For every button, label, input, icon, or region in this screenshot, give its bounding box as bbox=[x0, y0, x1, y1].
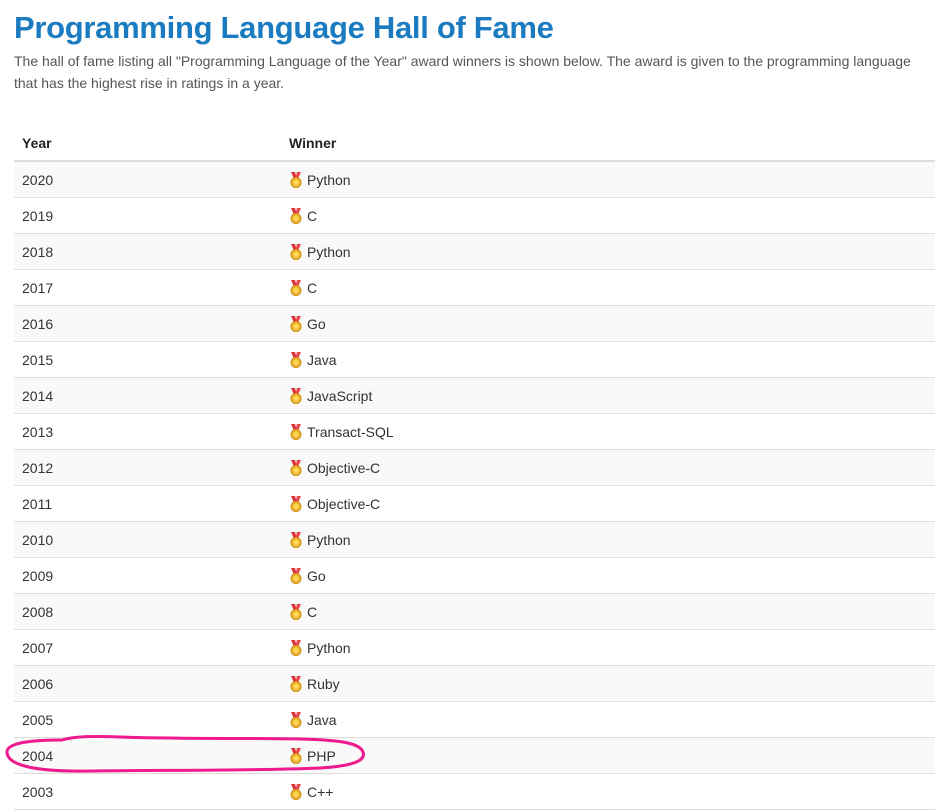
year-cell: 2017 bbox=[14, 269, 281, 306]
winner-name: C bbox=[307, 207, 318, 224]
table-row: 2020 Python bbox=[14, 161, 935, 198]
winner-cell: Go bbox=[281, 557, 935, 594]
table-row: 2016 Go bbox=[14, 305, 935, 342]
winner-name: C bbox=[307, 603, 318, 620]
year-cell: 2008 bbox=[14, 593, 281, 630]
year-cell: 2015 bbox=[14, 341, 281, 378]
winner-name: Python bbox=[307, 243, 351, 260]
intro-text: The hall of fame listing all "Programmin… bbox=[14, 53, 911, 91]
winner-name: Python bbox=[307, 531, 351, 548]
winner-name: Python bbox=[307, 171, 351, 188]
table-row: 2007 Python bbox=[14, 629, 935, 666]
winner-name: C++ bbox=[307, 783, 334, 800]
table-row: 2004 PHP bbox=[14, 737, 935, 774]
table-row: 2012 Objective-C bbox=[14, 449, 935, 486]
medal-icon bbox=[289, 603, 303, 620]
medal-icon bbox=[289, 675, 303, 692]
winner-cell: Objective-C bbox=[281, 449, 935, 486]
table-row: 2011 Objective-C bbox=[14, 485, 935, 522]
winner-name: Objective-C bbox=[307, 495, 381, 512]
winner-cell: Java bbox=[281, 341, 935, 378]
year-cell: 2003 bbox=[14, 773, 281, 810]
medal-icon bbox=[289, 171, 303, 188]
medal-icon bbox=[289, 351, 303, 368]
page-title: Programming Language Hall of Fame bbox=[14, 10, 554, 45]
winner-cell: Go bbox=[281, 305, 935, 342]
year-cell: 2011 bbox=[14, 485, 281, 522]
year-cell: 2012 bbox=[14, 449, 281, 486]
table-row: 2009 Go bbox=[14, 557, 935, 594]
winner-cell: C bbox=[281, 269, 935, 306]
winner-cell: Python bbox=[281, 233, 935, 270]
year-cell: 2018 bbox=[14, 233, 281, 270]
table-row: 2013 Transact-SQL bbox=[14, 413, 935, 450]
medal-icon bbox=[289, 207, 303, 224]
winner-cell: Python bbox=[281, 161, 935, 198]
table-row: 2003 C++ bbox=[14, 773, 935, 810]
winner-cell: Objective-C bbox=[281, 485, 935, 522]
winner-name: Go bbox=[307, 567, 326, 584]
winner-cell: C bbox=[281, 593, 935, 630]
table-row: 2006 Ruby bbox=[14, 665, 935, 702]
year-cell: 2006 bbox=[14, 665, 281, 702]
medal-icon bbox=[289, 387, 303, 404]
table-row: 2019 C bbox=[14, 197, 935, 234]
winner-name: Java bbox=[307, 351, 337, 368]
hall-of-fame-table: Year Winner 2020 Python 2019 C 2018 Python 201… bbox=[14, 125, 935, 810]
winner-name: Objective-C bbox=[307, 459, 381, 476]
year-cell: 2005 bbox=[14, 701, 281, 738]
year-column-header: Year bbox=[14, 125, 281, 162]
winner-cell: Java bbox=[281, 701, 935, 738]
medal-icon bbox=[289, 459, 303, 476]
winner-cell: C++ bbox=[281, 773, 935, 810]
year-cell: 2007 bbox=[14, 629, 281, 666]
medal-icon bbox=[289, 711, 303, 728]
winner-cell: Python bbox=[281, 521, 935, 558]
winner-cell: JavaScript bbox=[281, 377, 935, 414]
winner-name: JavaScript bbox=[307, 387, 373, 404]
table-row: 2017 C bbox=[14, 269, 935, 306]
medal-icon bbox=[289, 783, 303, 800]
winner-name: Go bbox=[307, 315, 326, 332]
winner-column-header: Winner bbox=[281, 125, 935, 162]
winner-name: Java bbox=[307, 711, 337, 728]
table-row: 2014 JavaScript bbox=[14, 377, 935, 414]
table-body: 2020 Python 2019 C 2018 Python 2017 C 2016 Go 2015… bbox=[14, 161, 935, 810]
winner-name: Python bbox=[307, 639, 351, 656]
winner-name: Transact-SQL bbox=[307, 423, 394, 440]
year-cell: 2009 bbox=[14, 557, 281, 594]
year-cell: 2010 bbox=[14, 521, 281, 558]
table-row: 2015 Java bbox=[14, 341, 935, 378]
winner-cell: PHP bbox=[281, 737, 935, 774]
year-cell: 2020 bbox=[14, 161, 281, 198]
table-row: 2018 Python bbox=[14, 233, 935, 270]
winner-name: C bbox=[307, 279, 318, 296]
medal-icon bbox=[289, 567, 303, 584]
year-cell: 2014 bbox=[14, 377, 281, 414]
medal-icon bbox=[289, 747, 303, 764]
year-cell: 2016 bbox=[14, 305, 281, 342]
winner-name: PHP bbox=[307, 747, 336, 764]
year-cell: 2013 bbox=[14, 413, 281, 450]
medal-icon bbox=[289, 279, 303, 296]
year-cell: 2019 bbox=[14, 197, 281, 234]
winner-cell: Python bbox=[281, 629, 935, 666]
year-cell: 2004 bbox=[14, 737, 281, 774]
medal-icon bbox=[289, 639, 303, 656]
winner-cell: C bbox=[281, 197, 935, 234]
winner-cell: Transact-SQL bbox=[281, 413, 935, 450]
table-header-row: Year Winner bbox=[14, 125, 935, 162]
winner-name: Ruby bbox=[307, 675, 340, 692]
winner-cell: Ruby bbox=[281, 665, 935, 702]
table-row: 2008 C bbox=[14, 593, 935, 630]
table-row: 2005 Java bbox=[14, 701, 935, 738]
medal-icon bbox=[289, 315, 303, 332]
medal-icon bbox=[289, 495, 303, 512]
medal-icon bbox=[289, 243, 303, 260]
medal-icon bbox=[289, 531, 303, 548]
medal-icon bbox=[289, 423, 303, 440]
table-row: 2010 Python bbox=[14, 521, 935, 558]
